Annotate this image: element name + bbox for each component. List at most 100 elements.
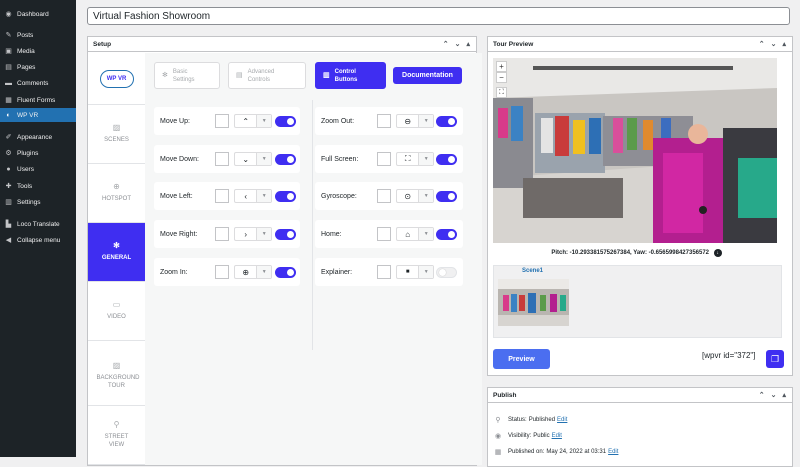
icon-select[interactable]: ⌂ ▼	[396, 227, 434, 241]
tab-basic-settings[interactable]: ✻ Basic Settings	[154, 62, 220, 89]
edit-visibility-link[interactable]: Edit	[552, 433, 562, 439]
control-label: Move Down:	[160, 155, 199, 163]
tab-street-view[interactable]: ⚲ STREET VIEW	[88, 406, 145, 465]
tab-advanced-controls[interactable]: ▤ Advanced Controls	[228, 62, 306, 89]
sidebar-item-dashboard[interactable]: ◉ Dashboard	[0, 7, 76, 21]
icon-select[interactable]: ⛶ ▼	[396, 152, 434, 166]
sidebar-item-pages[interactable]: ▤ Pages	[0, 60, 76, 74]
toggle-switch[interactable]	[275, 266, 296, 278]
sliders-icon: ▤	[236, 71, 243, 79]
sidebar-item-loco-translate[interactable]: ▙ Loco Translate	[0, 217, 76, 231]
toggle-switch[interactable]	[436, 190, 457, 202]
control-row-full-screen: Full Screen: ⛶ ▼	[315, 145, 463, 173]
icon-select[interactable]: ⊙ ▼	[396, 189, 434, 203]
toggle-switch[interactable]	[275, 115, 296, 127]
icon-select[interactable]: ⊖ ▼	[396, 114, 434, 128]
icon-select[interactable]: ⌄ ▼	[234, 152, 272, 166]
color-swatch[interactable]	[377, 189, 391, 203]
post-title-input[interactable]: Virtual Fashion Showroom	[87, 7, 790, 25]
toggle-switch[interactable]	[436, 115, 457, 127]
toggle-switch[interactable]	[436, 228, 457, 240]
sidebar-item-label: Appearance	[17, 133, 53, 141]
color-swatch[interactable]	[215, 152, 229, 166]
sidebar-item-comments[interactable]: ▬ Comments	[0, 76, 76, 90]
toggle-panel-icon[interactable]: ▴	[466, 40, 470, 48]
control-row-zoom-in: Zoom In: ⊕ ▼	[154, 258, 300, 286]
icon-select[interactable]: ‹ ▼	[234, 189, 272, 203]
caret-down-icon: ▼	[418, 190, 433, 202]
chevron-left-icon: ‹	[244, 191, 248, 201]
sidebar-item-fluent-forms[interactable]: ▦ Fluent Forms	[0, 93, 76, 107]
preview-button[interactable]: Preview	[493, 349, 550, 369]
color-swatch[interactable]	[377, 227, 391, 241]
toggle-panel-icon[interactable]: ▴	[782, 40, 786, 48]
control-label: Home:	[321, 230, 342, 238]
tab-label: Advanced Controls	[247, 68, 275, 83]
move-up-icon[interactable]: ⌃	[443, 40, 449, 48]
tab-hotspot[interactable]: ⊕ HOTSPOT	[88, 164, 145, 223]
tab-background-tour[interactable]: ▨ BACKGROUND TOUR	[88, 347, 145, 406]
tab-control-buttons[interactable]: ▥ Control Buttons	[315, 62, 386, 89]
copy-icon: ❐	[770, 353, 780, 364]
move-up-icon[interactable]: ⌃	[759, 40, 765, 48]
icon-select[interactable]: › ▼	[234, 227, 272, 241]
publish-panel: Publish ⌃ ⌄ ▴ ⚲ Status: Published Edit ◉…	[487, 387, 793, 467]
toggle-switch[interactable]	[275, 153, 296, 165]
zoom-in-button[interactable]: +	[496, 61, 507, 72]
move-up-icon[interactable]: ⌃	[759, 391, 765, 399]
sidebar-item-plugins[interactable]: ⚙ Plugins	[0, 146, 76, 160]
gyroscope-icon: ⊙	[404, 191, 412, 201]
sidebar-item-settings[interactable]: ▥ Settings	[0, 195, 76, 209]
control-label: Move Up:	[160, 117, 190, 125]
color-swatch[interactable]	[377, 114, 391, 128]
move-down-icon[interactable]: ⌄	[771, 40, 777, 48]
toggle-switch[interactable]	[275, 190, 296, 202]
tab-label: GENERAL	[101, 255, 132, 261]
control-label: Full Screen:	[321, 155, 359, 163]
caret-down-icon: ▼	[256, 228, 271, 240]
zoom-out-button[interactable]: −	[496, 72, 507, 83]
tab-video[interactable]: ▭ VIDEO	[88, 282, 145, 341]
plus-circle-icon: ⊕	[242, 267, 250, 277]
sidebar-item-tools[interactable]: ✚ Tools	[0, 179, 76, 193]
icon-select[interactable]: ■ ▼	[396, 265, 434, 279]
sidebar-item-users[interactable]: ● Users	[0, 162, 76, 176]
tools-icon: ✚	[5, 183, 12, 190]
copy-shortcode-button[interactable]: ❐	[766, 350, 784, 368]
scene-thumbnail[interactable]	[498, 279, 569, 326]
gear-icon: ✻	[113, 241, 120, 250]
toggle-switch[interactable]	[436, 266, 457, 278]
panel-title: Publish	[493, 391, 517, 399]
control-label: Move Right:	[160, 230, 198, 238]
color-swatch[interactable]	[215, 265, 229, 279]
color-swatch[interactable]	[215, 114, 229, 128]
edit-date-link[interactable]: Edit	[608, 449, 618, 455]
sidebar-item-wp-vr[interactable]: ◐ WP VR	[0, 108, 76, 122]
sidebar-item-posts[interactable]: ✎ Posts	[0, 28, 76, 42]
icon-select[interactable]: ⊕ ▼	[234, 265, 272, 279]
toggle-switch[interactable]	[275, 228, 296, 240]
documentation-button[interactable]: Documentation	[393, 67, 462, 84]
home-icon: ⌂	[405, 229, 411, 239]
toggle-panel-icon[interactable]: ▴	[782, 391, 786, 399]
fullscreen-button[interactable]: ⛶	[496, 87, 507, 98]
sidebar-item-media[interactable]: ▣ Media	[0, 44, 76, 58]
sidebar-item-label: Comments	[17, 79, 49, 87]
color-swatch[interactable]	[377, 152, 391, 166]
toggle-switch[interactable]	[436, 153, 457, 165]
color-swatch[interactable]	[377, 265, 391, 279]
edit-status-link[interactable]: Edit	[557, 417, 567, 423]
panorama-viewer[interactable]: + − ⛶	[493, 58, 777, 243]
sidebar-collapse-menu[interactable]: ◀ Collapse menu	[0, 233, 76, 247]
move-down-icon[interactable]: ⌄	[455, 40, 461, 48]
sidebar-item-appearance[interactable]: ✐ Appearance	[0, 130, 76, 144]
pitch-yaw-text: Pitch: -10.293381575267384, Yaw: -0.6565…	[551, 250, 709, 256]
color-swatch[interactable]	[215, 227, 229, 241]
icon-select[interactable]: ⌃ ▼	[234, 114, 272, 128]
tab-general[interactable]: ✻ GENERAL	[88, 223, 145, 282]
download-icon[interactable]: ↓	[713, 249, 722, 257]
color-swatch[interactable]	[215, 189, 229, 203]
tab-scenes[interactable]: ▨ SCENES	[88, 105, 145, 164]
move-down-icon[interactable]: ⌄	[771, 391, 777, 399]
shortcode-text[interactable]: [wpvr id="372"]	[702, 351, 756, 360]
